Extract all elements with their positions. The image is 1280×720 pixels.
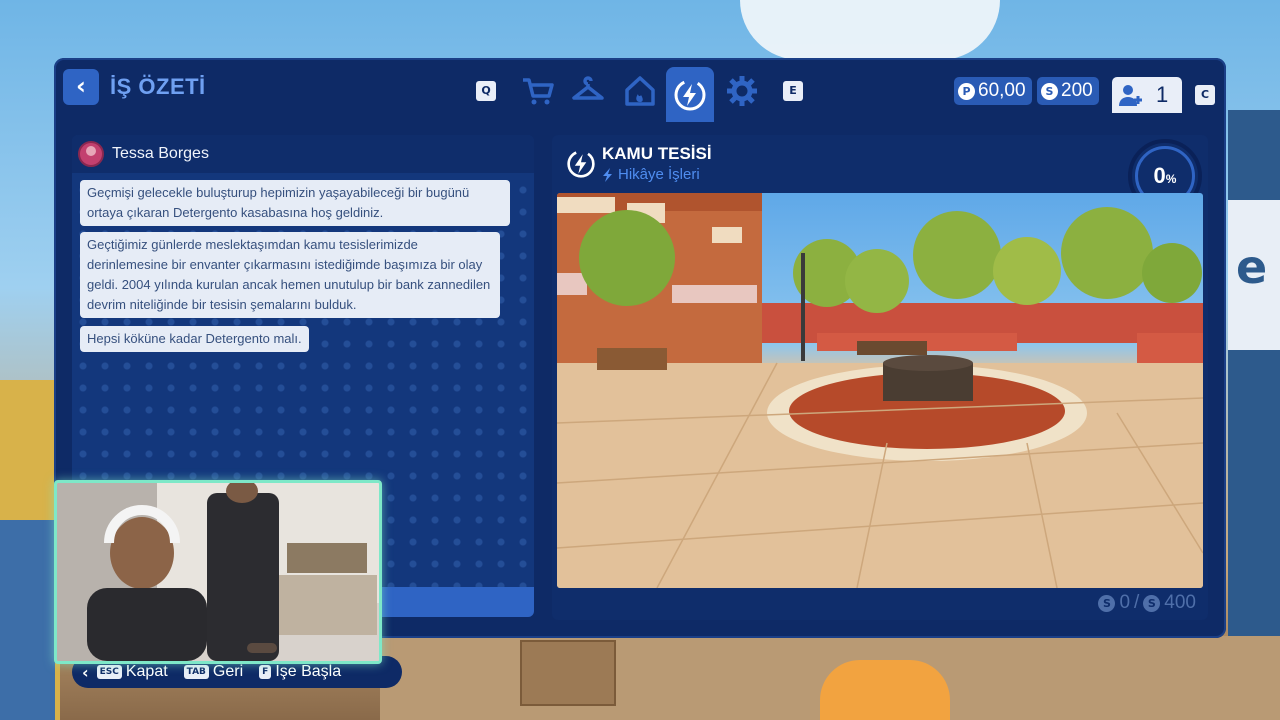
hanger-icon: [572, 76, 604, 100]
house-fire-icon: [625, 76, 655, 106]
lightning-icon: [674, 79, 706, 110]
currency-s: S 200: [1037, 77, 1099, 105]
tab-settings[interactable]: [718, 67, 766, 115]
coin-s-icon: S: [1098, 594, 1116, 612]
lightning-icon: [567, 150, 595, 178]
cart-icon: [523, 78, 554, 105]
tab-wardrobe[interactable]: [564, 67, 612, 115]
tab-next-key: E: [783, 81, 803, 101]
back-label: Geri: [212, 663, 244, 680]
gear-icon: [727, 76, 757, 106]
reward-current: 0: [1119, 592, 1131, 613]
players-key: C: [1195, 85, 1215, 105]
players-button[interactable]: 1: [1112, 77, 1182, 113]
tab-shop[interactable]: [514, 67, 562, 115]
job-title: KAMU TESİSİ: [602, 144, 712, 163]
back-button[interactable]: ‹: [63, 69, 99, 105]
close-label: Kapat: [125, 663, 168, 680]
progress-number: 0: [1153, 163, 1166, 188]
tab-home[interactable]: [616, 67, 664, 115]
tab-prev-key: Q: [476, 81, 496, 101]
coin-s-icon: S: [1041, 82, 1058, 100]
world-frame: [0, 520, 55, 720]
key-esc: ESC: [96, 665, 122, 679]
page-title: İŞ ÖZETİ: [110, 74, 206, 99]
close-control[interactable]: ESC Kapat: [96, 663, 168, 681]
job-card: KAMU TESİSİ Hikâye İşleri 0% S 0 / S 400: [552, 135, 1208, 620]
message-bubble: Hepsi köküne kadar Detergento malı.: [80, 326, 309, 352]
job-preview-image: [557, 193, 1203, 588]
progress-unit: %: [1165, 172, 1177, 186]
webcam-overlay: [54, 480, 382, 664]
world-crate: [520, 640, 616, 706]
currency-s-value: 200: [1061, 80, 1093, 101]
back-control[interactable]: TAB Geri: [183, 663, 244, 681]
tab-jobs[interactable]: [666, 67, 714, 122]
reward-separator: /: [1134, 592, 1140, 613]
players-count: 1: [1156, 82, 1169, 107]
chevron-left-icon: ‹: [82, 662, 89, 682]
start-job-label: İşe Başla: [275, 663, 342, 680]
reward-total: 400: [1164, 592, 1196, 613]
speaker-header: Tessa Borges: [72, 135, 534, 173]
message-bubble: Geçmişi gelecekle buluşturup hepimizin y…: [80, 180, 510, 226]
coin-p-icon: P: [958, 82, 975, 100]
lightning-small-icon: [603, 167, 612, 182]
start-job-control[interactable]: F İşe Başla: [259, 663, 341, 681]
webcam-feed: [57, 483, 379, 661]
job-category-label: Hikâye İşleri: [618, 166, 700, 183]
key-tab: TAB: [183, 665, 209, 679]
currency-p-value: 60,00: [978, 80, 1026, 101]
speaker-name: Tessa Borges: [112, 145, 209, 162]
coin-s-icon: S: [1143, 594, 1161, 612]
message-bubble: Geçtiğimiz günlerde meslektaşımdan kamu …: [80, 232, 500, 318]
chevron-left-icon: ‹: [76, 72, 86, 100]
top-bar: ‹ İŞ ÖZETİ Q E P 60,00 S 200 1 C: [54, 58, 1226, 122]
reward-counter: S 0 / S 400: [1098, 592, 1196, 614]
currency-p: P 60,00: [954, 77, 1032, 105]
job-category: Hikâye İşleri: [602, 166, 700, 183]
add-player-icon: [1119, 85, 1142, 106]
plaza-scene: [557, 193, 1203, 588]
avatar: [78, 141, 104, 167]
player-hand: [820, 660, 950, 720]
key-f: F: [259, 665, 272, 679]
world-sign: e: [1228, 200, 1280, 350]
sky-cloud: [740, 0, 1000, 60]
